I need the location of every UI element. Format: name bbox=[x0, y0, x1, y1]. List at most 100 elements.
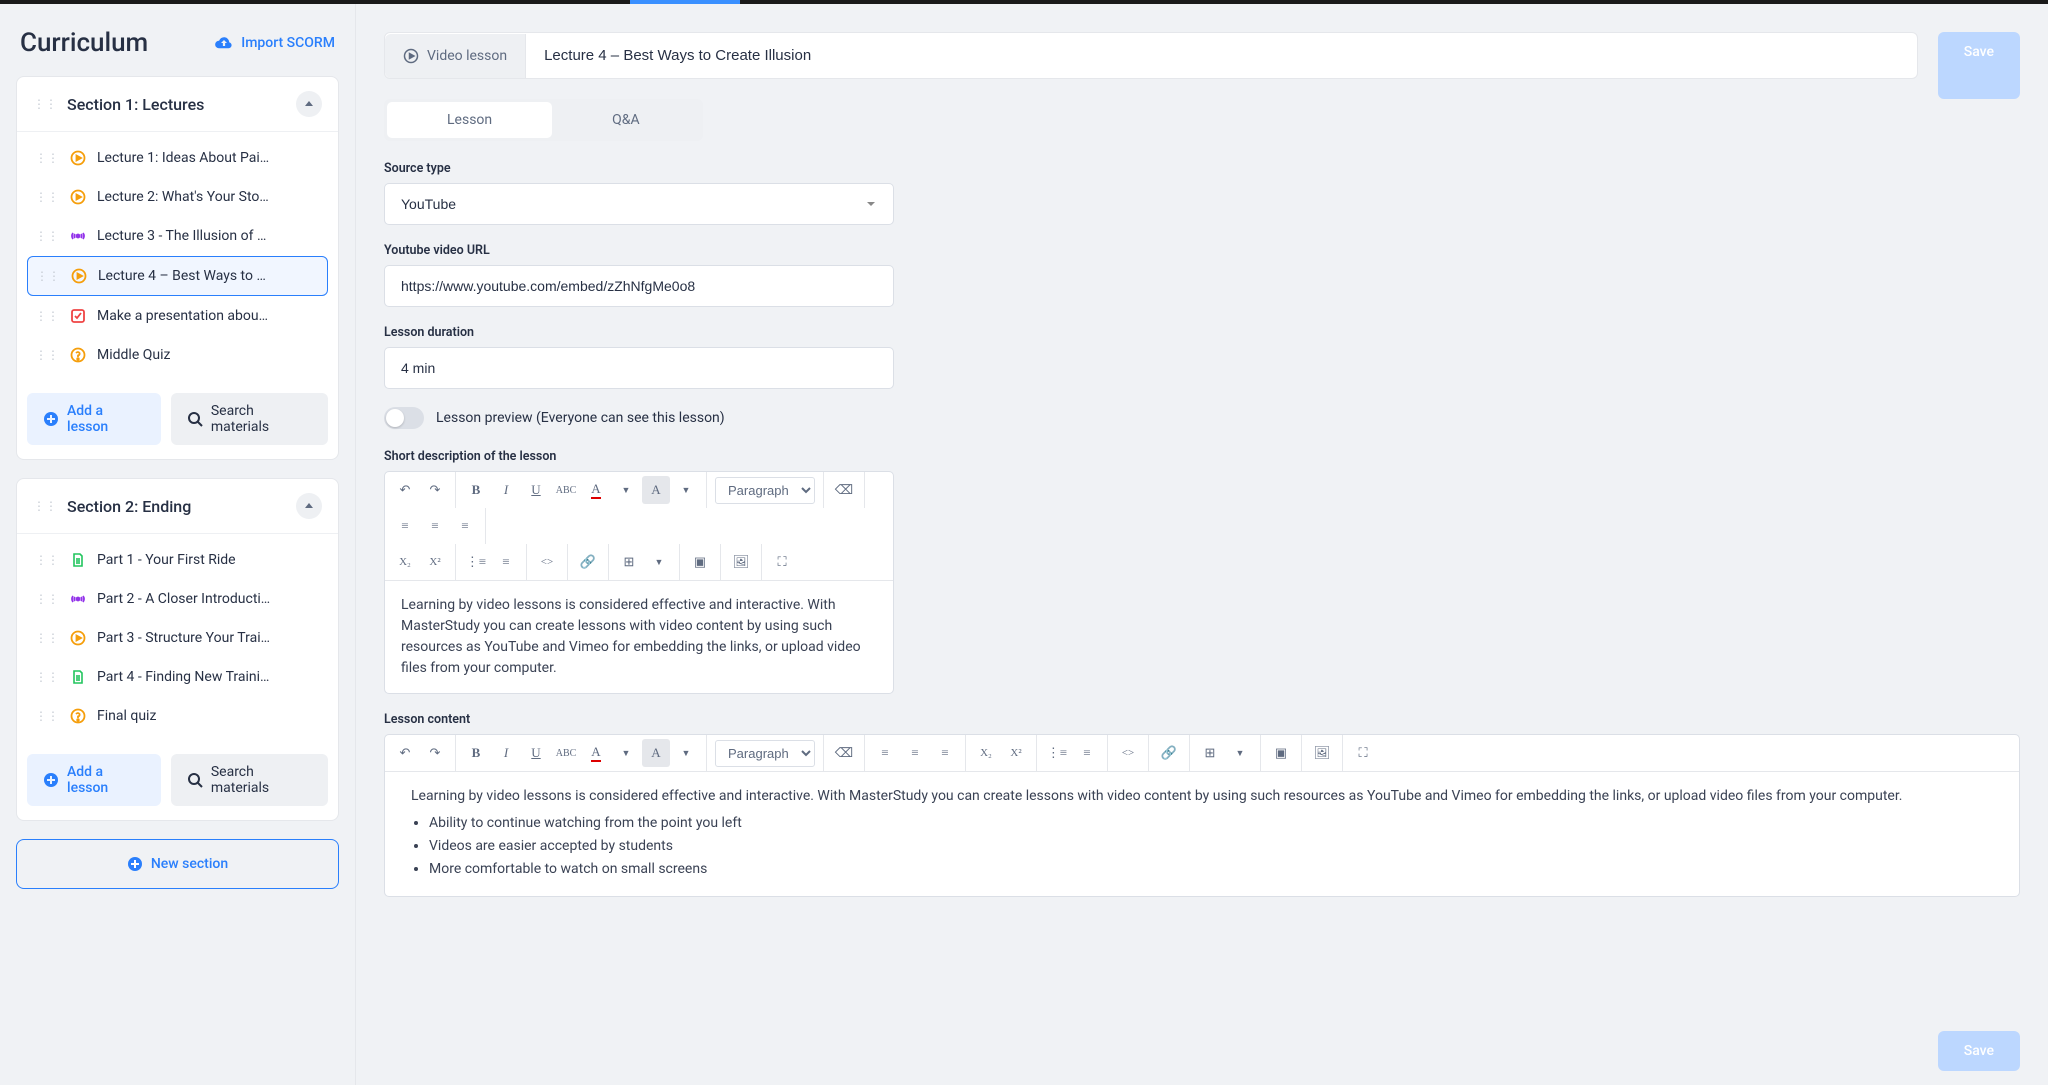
media-icon[interactable]: ▣ bbox=[686, 548, 714, 576]
drag-handle-icon[interactable]: ⋮⋮ bbox=[35, 190, 59, 204]
link-icon[interactable]: 🔗 bbox=[574, 548, 602, 576]
collapse-section-1-button[interactable] bbox=[296, 91, 322, 117]
bullet-list-icon[interactable]: ⋮≡ bbox=[1043, 739, 1071, 767]
align-right-icon[interactable]: ≡ bbox=[931, 739, 959, 767]
image-icon[interactable]: 🖼 bbox=[1308, 739, 1336, 767]
code-icon[interactable]: <> bbox=[533, 548, 561, 576]
link-icon[interactable]: 🔗 bbox=[1155, 739, 1183, 767]
drag-handle-icon[interactable]: ⋮⋮ bbox=[35, 631, 59, 645]
plus-circle-icon bbox=[43, 772, 59, 788]
tab-lesson[interactable]: Lesson bbox=[387, 102, 552, 138]
paragraph-select[interactable]: Paragraph bbox=[715, 477, 815, 504]
duration-input[interactable] bbox=[384, 347, 894, 389]
table-dropdown-icon[interactable]: ▼ bbox=[1226, 739, 1254, 767]
fullscreen-icon[interactable]: ⛶ bbox=[1349, 739, 1377, 767]
lesson-item[interactable]: ⋮⋮Lecture 3 - The Illusion of … bbox=[27, 217, 328, 255]
text-color-dropdown-icon[interactable]: ▼ bbox=[612, 739, 640, 767]
new-section-button[interactable]: New section bbox=[16, 839, 339, 889]
import-scorm-button[interactable]: Import SCORM bbox=[215, 35, 335, 51]
lesson-item[interactable]: ⋮⋮Lecture 1: Ideas About Pai… bbox=[27, 139, 328, 177]
search-materials-button-s1[interactable]: Search materials bbox=[171, 393, 328, 445]
superscript-icon[interactable]: X² bbox=[1002, 739, 1030, 767]
save-button-bottom[interactable]: Save bbox=[1938, 1031, 2020, 1071]
search-materials-button-s2[interactable]: Search materials bbox=[171, 754, 328, 806]
redo-icon[interactable]: ↷ bbox=[421, 739, 449, 767]
redo-icon[interactable]: ↷ bbox=[421, 476, 449, 504]
fullscreen-icon[interactable]: ⛶ bbox=[768, 548, 796, 576]
align-right-icon[interactable]: ≡ bbox=[451, 512, 479, 540]
image-icon[interactable]: 🖼 bbox=[727, 548, 755, 576]
code-icon[interactable]: <> bbox=[1114, 739, 1142, 767]
align-center-icon[interactable]: ≡ bbox=[901, 739, 929, 767]
media-icon[interactable]: ▣ bbox=[1267, 739, 1295, 767]
subscript-icon[interactable]: X₂ bbox=[972, 739, 1000, 767]
source-type-select[interactable]: YouTube bbox=[384, 183, 894, 225]
paragraph-select[interactable]: Paragraph bbox=[715, 740, 815, 767]
lesson-item[interactable]: ⋮⋮Part 2 - A Closer Introducti… bbox=[27, 580, 328, 618]
drag-handle-icon[interactable]: ⋮⋮ bbox=[33, 499, 57, 513]
clear-format-icon[interactable]: ⌫ bbox=[830, 739, 858, 767]
undo-icon[interactable]: ↶ bbox=[391, 476, 419, 504]
add-lesson-button-s1[interactable]: Add a lesson bbox=[27, 393, 161, 445]
superscript-icon[interactable]: X² bbox=[421, 548, 449, 576]
table-icon[interactable]: ⊞ bbox=[615, 548, 643, 576]
number-list-icon[interactable]: ≡ bbox=[1073, 739, 1101, 767]
drag-handle-icon[interactable]: ⋮⋮ bbox=[33, 97, 57, 111]
lesson-item[interactable]: ⋮⋮Lecture 2: What's Your Sto… bbox=[27, 178, 328, 216]
drag-handle-icon[interactable]: ⋮⋮ bbox=[35, 553, 59, 567]
text-color-dropdown-icon[interactable]: ▼ bbox=[612, 476, 640, 504]
lesson-preview-toggle[interactable] bbox=[384, 407, 424, 429]
lesson-item[interactable]: ⋮⋮Part 4 - Finding New Traini… bbox=[27, 658, 328, 696]
lesson-content-body[interactable]: Learning by video lessons is considered … bbox=[385, 772, 2019, 896]
lesson-item[interactable]: ⋮⋮Part 3 - Structure Your Trai… bbox=[27, 619, 328, 657]
drag-handle-icon[interactable]: ⋮⋮ bbox=[35, 151, 59, 165]
curriculum-sidebar: Curriculum Import SCORM ⋮⋮ Section 1: Le… bbox=[0, 4, 356, 1085]
bullet-list-icon[interactable]: ⋮≡ bbox=[462, 548, 490, 576]
video-url-input[interactable] bbox=[384, 265, 894, 307]
underline-icon[interactable]: U bbox=[522, 476, 550, 504]
table-dropdown-icon[interactable]: ▼ bbox=[645, 548, 673, 576]
short-desc-body[interactable]: Learning by video lessons is considered … bbox=[385, 581, 893, 693]
drag-handle-icon[interactable]: ⋮⋮ bbox=[35, 229, 59, 243]
text-color-icon[interactable]: A bbox=[582, 739, 610, 767]
lesson-item[interactable]: ⋮⋮Lecture 4 – Best Ways to … bbox=[27, 256, 328, 296]
bold-icon[interactable]: B bbox=[462, 476, 490, 504]
undo-icon[interactable]: ↶ bbox=[391, 739, 419, 767]
align-center-icon[interactable]: ≡ bbox=[421, 512, 449, 540]
lesson-item[interactable]: ⋮⋮Final quiz bbox=[27, 697, 328, 735]
lesson-type-label: Video lesson bbox=[427, 48, 507, 64]
lesson-item[interactable]: ⋮⋮Make a presentation abou… bbox=[27, 297, 328, 335]
italic-icon[interactable]: I bbox=[492, 476, 520, 504]
drag-handle-icon[interactable]: ⋮⋮ bbox=[35, 709, 59, 723]
drag-handle-icon[interactable]: ⋮⋮ bbox=[35, 670, 59, 684]
highlight-icon[interactable]: A bbox=[642, 739, 670, 767]
clear-format-icon[interactable]: ⌫ bbox=[830, 476, 858, 504]
highlight-icon[interactable]: A bbox=[642, 476, 670, 504]
align-left-icon[interactable]: ≡ bbox=[391, 512, 419, 540]
subscript-icon[interactable]: X₂ bbox=[391, 548, 419, 576]
align-left-icon[interactable]: ≡ bbox=[871, 739, 899, 767]
lesson-item[interactable]: ⋮⋮Part 1 - Your First Ride bbox=[27, 541, 328, 579]
lesson-title-input[interactable] bbox=[526, 33, 1917, 78]
text-color-icon[interactable]: A bbox=[582, 476, 610, 504]
underline-icon[interactable]: U bbox=[522, 739, 550, 767]
save-button-top[interactable]: Save bbox=[1938, 32, 2020, 99]
strikethrough-icon[interactable]: ABC bbox=[552, 739, 580, 767]
drag-handle-icon[interactable]: ⋮⋮ bbox=[35, 348, 59, 362]
table-icon[interactable]: ⊞ bbox=[1196, 739, 1224, 767]
section-1-header[interactable]: ⋮⋮ Section 1: Lectures bbox=[17, 77, 338, 132]
drag-handle-icon[interactable]: ⋮⋮ bbox=[35, 309, 59, 323]
tab-qa[interactable]: Q&A bbox=[552, 102, 699, 138]
number-list-icon[interactable]: ≡ bbox=[492, 548, 520, 576]
drag-handle-icon[interactable]: ⋮⋮ bbox=[36, 269, 60, 283]
lesson-item[interactable]: ⋮⋮Middle Quiz bbox=[27, 336, 328, 374]
highlight-dropdown-icon[interactable]: ▼ bbox=[672, 476, 700, 504]
add-lesson-button-s2[interactable]: Add a lesson bbox=[27, 754, 161, 806]
highlight-dropdown-icon[interactable]: ▼ bbox=[672, 739, 700, 767]
strikethrough-icon[interactable]: ABC bbox=[552, 476, 580, 504]
italic-icon[interactable]: I bbox=[492, 739, 520, 767]
section-2-header[interactable]: ⋮⋮ Section 2: Ending bbox=[17, 479, 338, 534]
drag-handle-icon[interactable]: ⋮⋮ bbox=[35, 592, 59, 606]
collapse-section-2-button[interactable] bbox=[296, 493, 322, 519]
bold-icon[interactable]: B bbox=[462, 739, 490, 767]
